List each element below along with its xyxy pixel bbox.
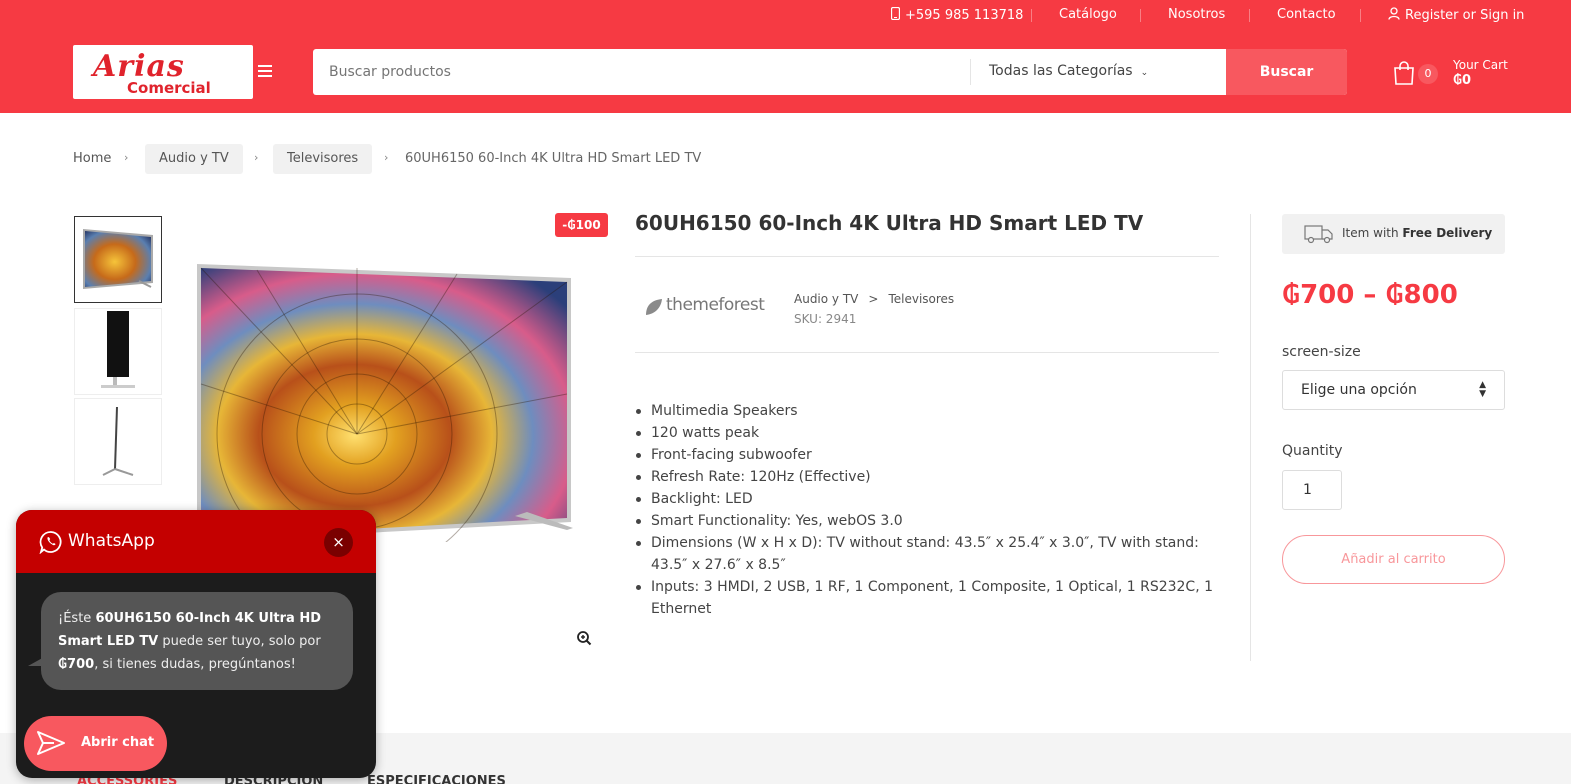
breadcrumb-separator: › <box>254 151 259 164</box>
category-link-audio-tv[interactable]: Audio y TV <box>794 292 858 306</box>
account-label: Register or Sign in <box>1405 8 1525 23</box>
delivery-highlight: Free Delivery <box>1402 226 1493 240</box>
product-main-image[interactable] <box>197 264 573 542</box>
message-price: ₲700 <box>58 657 95 672</box>
option-label: screen-size <box>1282 344 1361 360</box>
nav-catalog[interactable]: Catálogo <box>1059 7 1117 22</box>
divider <box>1249 9 1250 22</box>
category-select-value: Todas las Categorías <box>989 63 1133 79</box>
menu-icon[interactable] <box>258 65 272 77</box>
screen-size-select[interactable]: Elige una opción ▲ ▼ <box>1282 370 1505 410</box>
breadcrumb-audio-tv[interactable]: Audio y TV <box>145 144 243 174</box>
tv-side-thumbnail-image <box>101 311 135 388</box>
feature-item: Refresh Rate: 120Hz (Effective) <box>635 466 1219 488</box>
divider <box>635 352 1219 353</box>
delivery-truck-icon <box>1304 225 1333 244</box>
feature-item: Front-facing subwoofer <box>635 444 1219 466</box>
cart-amount: ₲0 <box>1453 73 1472 88</box>
header: Arias Comercial Todas las Categorías ⌄ Bu… <box>0 31 1571 113</box>
close-icon[interactable]: × <box>324 528 353 557</box>
nav-about[interactable]: Nosotros <box>1168 7 1225 22</box>
category-separator: > <box>868 292 879 306</box>
zoom-icon[interactable] <box>576 630 592 646</box>
feature-item: Backlight: LED <box>635 488 1219 510</box>
send-icon <box>37 731 65 755</box>
message-text: , si tienes dudas, pregúntanos! <box>94 657 296 672</box>
breadcrumb-home[interactable]: Home <box>73 151 111 166</box>
tab-specifications[interactable]: ESPECIFICACIONES <box>367 774 506 784</box>
search-bar: Todas las Categorías ⌄ Buscar <box>313 49 1347 95</box>
product-meta: Audio y TV > Televisores SKU: 2941 <box>794 289 954 329</box>
breadcrumb-current: 60UH6150 60-Inch 4K Ultra HD Smart LED T… <box>405 151 702 166</box>
cart-summary[interactable]: Your Cart ₲0 <box>1453 58 1508 88</box>
product-sku: SKU: 2941 <box>794 312 857 326</box>
category-link-televisores[interactable]: Televisores <box>888 292 954 306</box>
message-text: puede ser tuyo, solo por <box>158 634 321 649</box>
divider <box>1031 9 1032 22</box>
feature-item: 120 watts peak <box>635 422 1219 444</box>
account-link[interactable]: Register or Sign in <box>1388 7 1524 23</box>
user-icon <box>1388 7 1400 20</box>
free-delivery-notice: Item with Free Delivery <box>1282 214 1505 254</box>
themeforest-leaf-icon <box>646 299 662 315</box>
feature-item: Smart Functionality: Yes, webOS 3.0 <box>635 510 1219 532</box>
tv-profile-thumbnail-image <box>102 406 134 476</box>
chat-message: ¡Éste 60UH6150 60-Inch 4K Ultra HD Smart… <box>41 592 353 690</box>
phone-number: +595 985 113718 <box>905 8 1024 23</box>
tv-thumbnail-image <box>83 229 153 289</box>
nav-contact[interactable]: Contacto <box>1277 7 1336 22</box>
phone-icon <box>890 6 901 21</box>
sale-badge: -₲100 <box>555 213 608 237</box>
breadcrumb-separator: › <box>124 151 129 164</box>
divider <box>1140 9 1141 22</box>
message-text: ¡Éste <box>58 611 96 626</box>
top-bar: +595 985 113718 Catálogo Nosotros Contac… <box>0 0 1571 31</box>
quantity-input[interactable]: 1 <box>1282 470 1342 510</box>
whatsapp-header: WhatsApp × <box>16 510 376 573</box>
logo-text-sub: Comercial <box>127 79 211 97</box>
divider <box>635 256 1219 257</box>
phone-link[interactable]: +595 985 113718 <box>890 6 1024 23</box>
open-chat-label: Abrir chat <box>81 735 155 750</box>
brand-name: themeforest <box>666 295 765 315</box>
breadcrumb-separator: › <box>384 151 389 164</box>
feature-item: Inputs: 3 HMDI, 2 USB, 1 RF, 1 Component… <box>635 576 1219 620</box>
feature-item: Dimensions (W x H x D): TV without stand… <box>635 532 1219 576</box>
add-to-cart-button[interactable]: Añadir al carrito <box>1282 535 1505 584</box>
divider <box>1360 9 1361 22</box>
cart-label: Your Cart <box>1453 58 1508 72</box>
feature-list: Multimedia Speakers 120 watts peak Front… <box>635 400 1219 620</box>
whatsapp-icon <box>39 531 62 554</box>
cart-count-badge: 0 <box>1418 64 1438 84</box>
feature-item: Multimedia Speakers <box>635 400 1219 422</box>
breadcrumb-televisores[interactable]: Televisores <box>273 144 373 174</box>
thumbnail-3[interactable] <box>74 398 162 485</box>
whatsapp-widget: WhatsApp × ¡Éste 60UH6150 60-Inch 4K Ult… <box>16 510 376 778</box>
product-categories: Audio y TV > Televisores <box>794 289 954 309</box>
whatsapp-title: WhatsApp <box>68 531 155 551</box>
shopping-bag-icon[interactable] <box>1393 61 1415 85</box>
search-button[interactable]: Buscar <box>1226 49 1347 95</box>
search-input[interactable] <box>313 49 969 95</box>
divider <box>970 59 971 85</box>
product-title: 60UH6150 60-Inch 4K Ultra HD Smart LED T… <box>635 211 1144 235</box>
chevron-down-icon: ⌄ <box>1140 68 1149 78</box>
category-select[interactable]: Todas las Categorías ⌄ <box>989 63 1148 79</box>
thumbnail-2[interactable] <box>74 308 162 395</box>
price-range: ₲700 – ₲800 <box>1282 280 1458 310</box>
select-arrows-icon: ▲ ▼ <box>1479 380 1486 399</box>
divider <box>1250 214 1251 661</box>
thumbnail-1[interactable] <box>74 216 162 303</box>
open-chat-button[interactable]: Abrir chat <box>24 716 167 771</box>
screen-size-select-value: Elige una opción <box>1301 382 1417 398</box>
delivery-prefix: Item with <box>1342 226 1403 240</box>
site-logo[interactable]: Arias Comercial <box>73 45 253 99</box>
quantity-label: Quantity <box>1282 443 1343 459</box>
